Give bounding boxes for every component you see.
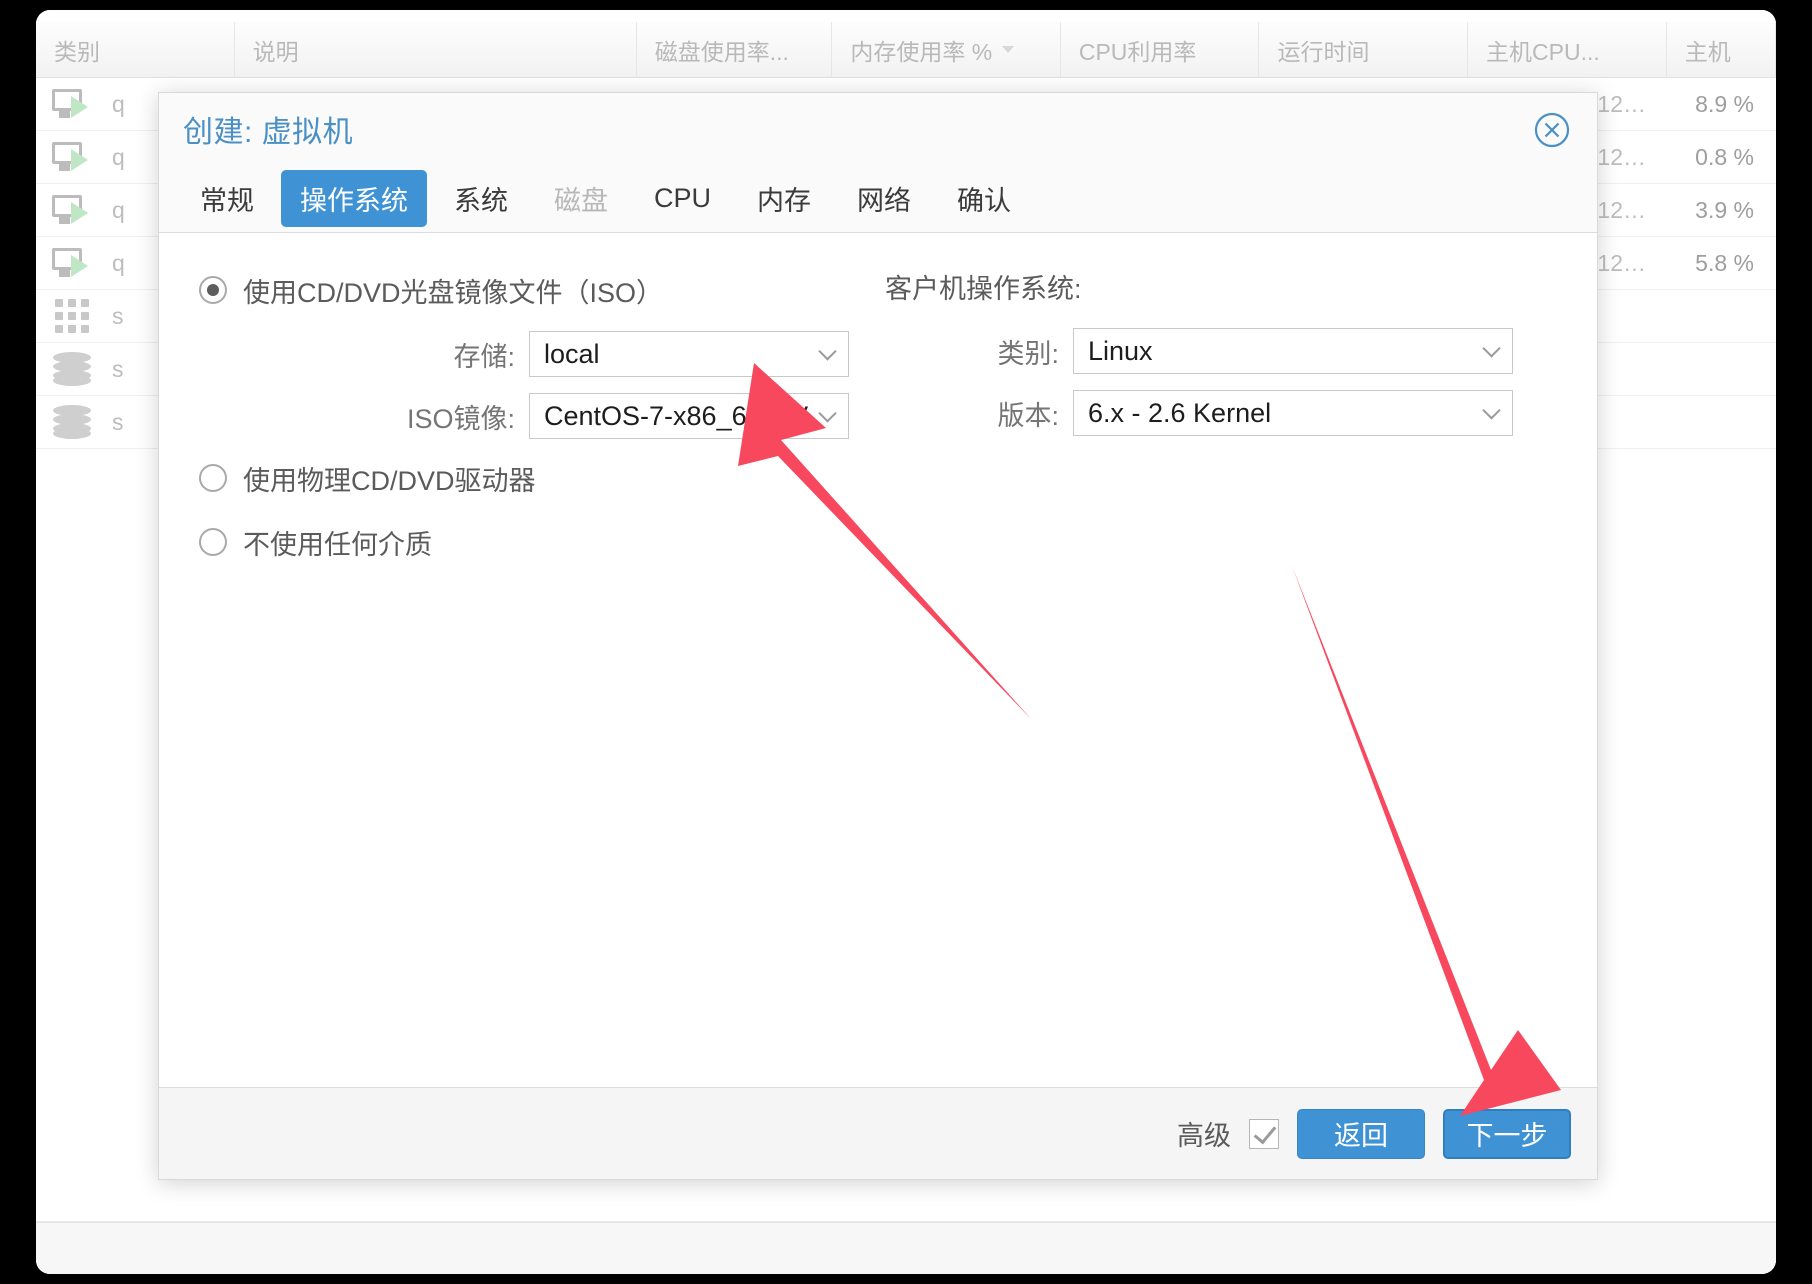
row-icon-cell	[36, 142, 108, 172]
tab-6[interactable]: 网络	[838, 170, 930, 227]
advanced-checkbox[interactable]	[1249, 1118, 1279, 1149]
column-header[interactable]: 类别	[36, 21, 235, 78]
vm-running-icon	[52, 142, 92, 172]
grid-icon	[55, 299, 89, 333]
tab-4[interactable]: CPU	[635, 174, 730, 223]
row-value-2: 3.9 %	[1695, 196, 1754, 223]
iso-image-field: ISO镜像: CentOS-7-x86_64-DV	[199, 393, 867, 439]
radio-icon[interactable]	[199, 464, 227, 492]
storage-icon	[53, 405, 91, 439]
dialog-title-bar: 创建: 虚拟机	[159, 93, 1597, 165]
app-window: 类别 说明 磁盘使用率... 内存使用率 % CPU利用率 运行时间 主机CPU... 主机 …	[36, 10, 1776, 1274]
os-version-select-value: 6.x - 2.6 Kernel	[1088, 397, 1272, 428]
chevron-down-icon	[1482, 339, 1501, 358]
row-icon-cell	[36, 405, 108, 439]
os-type-label: 类别:	[997, 338, 1059, 369]
row-icon-cell	[36, 248, 108, 278]
status-bar	[36, 1222, 1776, 1274]
column-header[interactable]: 主机	[1667, 21, 1776, 78]
guest-os-section: 客户机操作系统: 类别: Linux 版本: 6.x - 2.6 Kernel	[867, 267, 1557, 583]
chevron-down-icon	[818, 404, 837, 423]
vm-running-icon	[52, 195, 92, 225]
chevron-down-icon	[818, 342, 837, 361]
tab-2[interactable]: 系统	[435, 170, 527, 227]
radio-icon[interactable]	[199, 528, 227, 556]
row-icon-cell	[36, 89, 108, 119]
row-value-2: 8.9 %	[1695, 90, 1754, 117]
tab-1[interactable]: 操作系统	[281, 170, 427, 227]
vm-running-icon	[52, 248, 92, 278]
guest-os-title: 客户机操作系统:	[885, 274, 1082, 304]
radio-option-no-media[interactable]: 不使用任何介质	[199, 519, 867, 565]
row-value-2: 5.8 %	[1695, 249, 1754, 276]
next-button[interactable]: 下一步	[1443, 1108, 1571, 1159]
iso-image-select-value: CentOS-7-x86_64-DV	[544, 400, 809, 431]
os-version-label: 版本:	[997, 400, 1059, 431]
iso-image-label: ISO镜像:	[406, 403, 515, 434]
radio-option-iso-file[interactable]: 使用CD/DVD光盘镜像文件（ISO）	[199, 267, 867, 313]
storage-label: 存储:	[453, 341, 515, 372]
os-version-field: 版本: 6.x - 2.6 Kernel	[883, 390, 1557, 436]
advanced-label: 高级	[1177, 1121, 1231, 1151]
os-type-select-value: Linux	[1088, 335, 1153, 366]
column-header[interactable]: 说明	[235, 21, 637, 78]
column-header[interactable]: 内存使用率 %	[832, 21, 1061, 78]
row-icon-cell	[36, 195, 108, 225]
radio-label: 使用物理CD/DVD驱动器	[243, 465, 536, 496]
chevron-down-icon	[1482, 401, 1501, 420]
row-value-2: 0.8 %	[1695, 143, 1754, 170]
close-icon[interactable]	[1533, 111, 1571, 149]
dialog-footer: 高级 返回 下一步	[159, 1087, 1597, 1179]
storage-icon	[53, 352, 91, 386]
dialog-body: 使用CD/DVD光盘镜像文件（ISO） 存储: local ISO镜像: Cen…	[159, 233, 1597, 1087]
column-header[interactable]: 运行时间	[1259, 21, 1469, 78]
column-header[interactable]: 磁盘使用率...	[637, 21, 833, 78]
storage-select[interactable]: local	[529, 331, 849, 377]
dialog-tabs: 常规 操作系统 系统 磁盘 CPU 内存 网络 确认	[159, 165, 1597, 233]
radio-label: 使用CD/DVD光盘镜像文件（ISO）	[243, 277, 664, 308]
os-type-field: 类别: Linux	[883, 328, 1557, 374]
tab-7[interactable]: 确认	[938, 170, 1030, 227]
media-section: 使用CD/DVD光盘镜像文件（ISO） 存储: local ISO镜像: Cen…	[199, 267, 867, 583]
tab-5[interactable]: 内存	[738, 170, 830, 227]
create-vm-dialog: 创建: 虚拟机 常规 操作系统 系统 磁盘 CPU 内存 网络 确认 使用CD/DVD光盘镜像…	[158, 92, 1598, 1180]
storage-select-value: local	[544, 338, 600, 369]
tab-3[interactable]: 磁盘	[535, 170, 627, 227]
back-button[interactable]: 返回	[1297, 1108, 1425, 1159]
radio-label: 不使用任何介质	[243, 529, 432, 560]
radio-icon[interactable]	[199, 276, 227, 304]
tab-0[interactable]: 常规	[181, 170, 273, 227]
os-type-select[interactable]: Linux	[1073, 328, 1513, 374]
os-version-select[interactable]: 6.x - 2.6 Kernel	[1073, 390, 1513, 436]
vm-running-icon	[52, 89, 92, 119]
row-icon-cell	[36, 352, 108, 386]
dialog-title: 创建: 虚拟机	[183, 116, 354, 149]
column-header[interactable]: CPU利用率	[1061, 21, 1260, 78]
storage-field: 存储: local	[199, 331, 867, 377]
table-header-row: 类别 说明 磁盘使用率... 内存使用率 % CPU利用率 运行时间 主机CPU... 主机	[36, 21, 1776, 78]
radio-option-physical-drive[interactable]: 使用物理CD/DVD驱动器	[199, 455, 867, 501]
column-header[interactable]: 主机CPU...	[1468, 21, 1667, 78]
iso-image-select[interactable]: CentOS-7-x86_64-DV	[529, 393, 849, 439]
row-icon-cell	[36, 299, 108, 333]
